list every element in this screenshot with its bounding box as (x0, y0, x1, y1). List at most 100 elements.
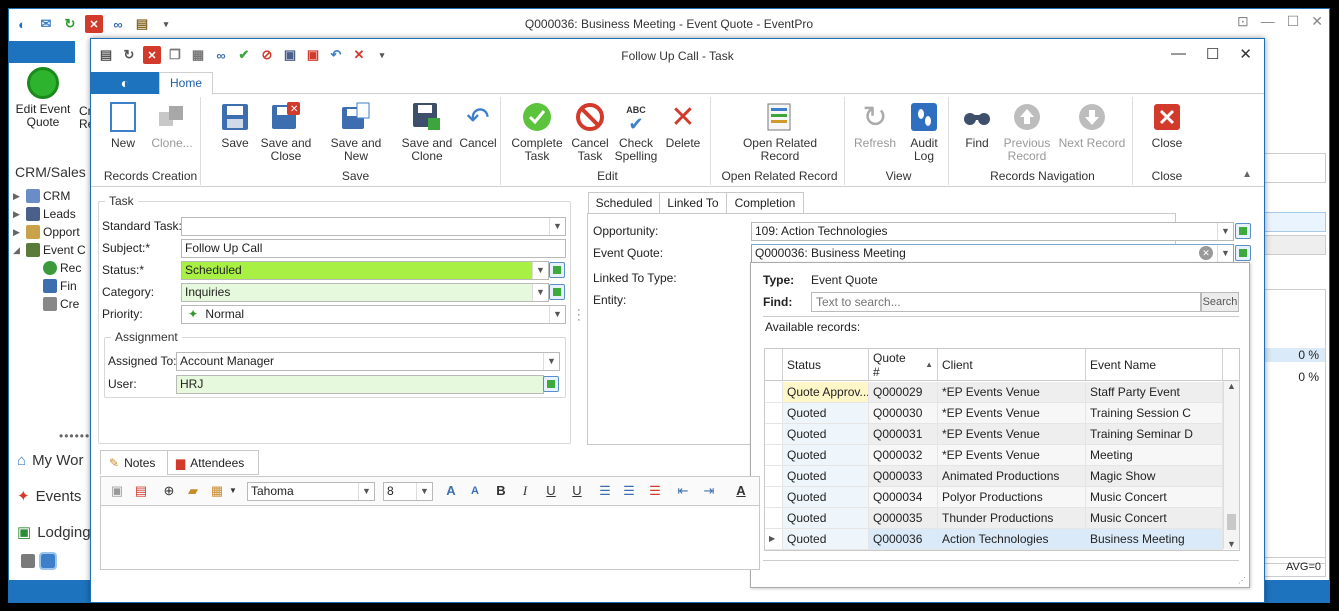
underline-icon[interactable]: U (543, 483, 559, 499)
chevron-down-icon[interactable]: ▼ (1217, 245, 1233, 262)
search-button[interactable]: Search (1201, 292, 1239, 312)
save-button[interactable]: Save (215, 101, 255, 150)
user-field[interactable]: HRJ (176, 375, 544, 394)
font-color-icon[interactable]: A (733, 483, 749, 499)
priority-select[interactable]: ✦ Normal ▼ (181, 305, 566, 324)
save-and-close-button[interactable]: ✕ Save and Close (259, 101, 313, 163)
chevron-down-icon[interactable]: ▼ (1217, 223, 1233, 240)
column-header-quote[interactable]: Quote # ▲ (869, 349, 938, 381)
minimize-button[interactable]: — (1171, 45, 1186, 63)
row-indicator[interactable] (765, 508, 783, 529)
tab-completion[interactable]: Completion (726, 192, 804, 214)
nav-group-my-work[interactable]: ⌂ My Wor (9, 442, 93, 478)
column-header-status[interactable]: Status (783, 349, 869, 381)
edit-event-quote-button[interactable]: Edit Event Quote (13, 67, 73, 129)
table-row[interactable]: Quoted Q000034 Polyor Productions Music Con… (765, 487, 1223, 508)
clone-button[interactable]: Clone... (145, 101, 199, 150)
subject-field[interactable]: Follow Up Call (181, 239, 566, 258)
vertical-scrollbar[interactable]: ▲ ▼ (1223, 381, 1239, 549)
numbering-icon[interactable]: ☰ (621, 483, 637, 499)
scroll-up-icon[interactable]: ▲ (1224, 381, 1239, 391)
double-underline-icon[interactable]: U (569, 483, 585, 499)
category-select[interactable]: Inquiries ▼ (181, 283, 549, 302)
nav-item-crm[interactable]: ▶ CRM (13, 187, 86, 205)
bullets-icon[interactable]: ☰ (597, 483, 613, 499)
cancel-button[interactable]: ↶ Cancel (457, 101, 499, 150)
table-row[interactable]: Quote Approv... Q000029 *EP Events Venue St… (765, 382, 1223, 403)
resize-grip[interactable]: ⋰ (1238, 576, 1246, 585)
table-row[interactable]: Quoted Q000031 *EP Events Venue Training Se… (765, 424, 1223, 445)
status-select[interactable]: Scheduled ▼ (181, 261, 549, 280)
close-button[interactable]: ✕ (1239, 45, 1252, 63)
splitter-handle[interactable]: · · · (577, 305, 581, 326)
assigned-to-select[interactable]: Account Manager ▼ (176, 352, 560, 371)
tab-home[interactable]: Home (159, 72, 213, 95)
collapse-icon[interactable]: ◢ (13, 245, 23, 256)
check-spelling-button[interactable]: ABC ✔ Check Spelling (613, 101, 659, 163)
nav-item-recent[interactable]: Rec (13, 259, 86, 277)
save-and-clone-button[interactable]: Save and Clone (397, 101, 457, 163)
nav-item-event-quotes[interactable]: ◢ Event C (13, 241, 86, 259)
lookup-icon[interactable] (1235, 223, 1251, 239)
pdf-icon[interactable]: ▤ (133, 483, 149, 499)
paste-dropdown-icon[interactable]: ▼ (225, 483, 241, 499)
paste-icon[interactable]: ▦ (209, 483, 225, 499)
close-button[interactable]: ✕ (1311, 13, 1323, 30)
lookup-icon[interactable] (1235, 245, 1251, 261)
chevron-down-icon[interactable]: ▼ (549, 218, 565, 235)
nav-item-find[interactable]: Fin (13, 277, 86, 295)
notes-editor[interactable] (100, 506, 760, 570)
bold-icon[interactable]: B (493, 483, 509, 499)
expand-icon[interactable]: ▶ (13, 209, 23, 220)
row-indicator[interactable] (765, 382, 783, 403)
scroll-thumb[interactable] (1227, 514, 1236, 530)
chevron-down-icon[interactable]: ▼ (532, 284, 548, 301)
module-icon[interactable] (21, 554, 35, 568)
column-header-event-name[interactable]: Event Name (1086, 349, 1223, 381)
preview-icon[interactable]: ⊕ (161, 483, 177, 499)
open-folder-icon[interactable]: ▰ (185, 483, 201, 499)
save-and-new-button[interactable]: Save and New (317, 101, 395, 163)
minimize-button[interactable]: — (1261, 13, 1275, 30)
tab-scheduled[interactable]: Scheduled (588, 192, 660, 214)
font-name-select[interactable]: Tahoma ▼ (247, 482, 375, 501)
maximize-button[interactable]: ☐ (1287, 13, 1300, 30)
chevron-down-icon[interactable]: ▼ (416, 483, 432, 500)
increase-indent-icon[interactable]: ⇥ (701, 483, 717, 499)
table-row[interactable]: Quoted Q000035 Thunder Productions Music Co… (765, 508, 1223, 529)
cancel-task-button[interactable]: Cancel Task (567, 101, 613, 163)
new-button[interactable]: New (101, 101, 145, 150)
right-field-2[interactable] (1264, 235, 1326, 255)
row-indicator[interactable] (765, 487, 783, 508)
decrease-indent-icon[interactable]: ⇤ (675, 483, 691, 499)
table-row[interactable]: ▶ Quoted Q000036 Action Technologies Busines… (765, 529, 1223, 550)
expand-icon[interactable]: ▶ (13, 227, 23, 238)
multilevel-list-icon[interactable]: ☰ (647, 483, 663, 499)
chevron-down-icon[interactable]: ▼ (543, 353, 559, 370)
app-menu-tab[interactable]: ◐ (91, 72, 159, 94)
nav-item-leads[interactable]: ▶ Leads (13, 205, 86, 223)
scroll-down-icon[interactable]: ▼ (1224, 539, 1239, 549)
tab-attendees[interactable]: ▆ Attendees (167, 450, 259, 475)
refresh-button[interactable]: ↻ Refresh (851, 101, 899, 150)
table-row[interactable]: Quoted Q000033 Animated Productions Magic S… (765, 466, 1223, 487)
chevron-down-icon[interactable]: ▼ (549, 306, 565, 323)
nav-item-create[interactable]: Cre (13, 295, 86, 313)
next-record-button[interactable]: Next Record (1057, 101, 1127, 150)
row-indicator[interactable] (765, 445, 783, 466)
tab-linked-to[interactable]: Linked To (659, 192, 727, 215)
opportunity-select[interactable]: 109: Action Technologies ▼ (751, 222, 1234, 241)
column-header-client[interactable]: Client (938, 349, 1086, 381)
clear-icon[interactable]: ✕ (1199, 246, 1213, 260)
row-indicator[interactable] (765, 424, 783, 445)
shrink-font-icon[interactable]: A (467, 483, 483, 499)
lookup-icon[interactable] (549, 262, 565, 278)
collapse-ribbon-icon[interactable]: ▲ (1242, 169, 1252, 180)
open-related-record-button[interactable]: Open Related Record (725, 101, 835, 163)
chevron-down-icon[interactable]: ▼ (358, 483, 374, 500)
search-input[interactable] (811, 292, 1201, 312)
row-indicator[interactable] (765, 466, 783, 487)
standard-task-select[interactable]: ▼ (181, 217, 566, 236)
row-indicator[interactable]: ▶ (765, 529, 783, 550)
nav-group-events[interactable]: ✦ Events (9, 478, 93, 514)
